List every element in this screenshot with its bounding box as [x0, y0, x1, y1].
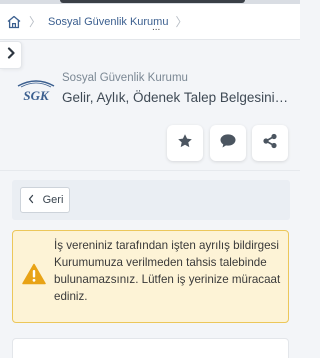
header-divider [0, 170, 300, 171]
breadcrumb: 〉 Sosyal Güvenlik Kurumu 〉 [0, 4, 300, 40]
warning-message: İş vereniniz tarafından işten ayrılış bi… [54, 239, 281, 303]
breadcrumb-item-sgk[interactable]: Sosyal Güvenlik Kurumu [48, 16, 168, 28]
content-card [12, 338, 289, 358]
speech-bubble-icon [219, 133, 237, 154]
home-icon[interactable] [6, 14, 22, 30]
chevron-left-icon [27, 194, 35, 207]
chevron-right-icon [6, 46, 16, 64]
breadcrumb-overflow[interactable]: ... [152, 22, 160, 33]
back-button[interactable]: Geri [20, 187, 70, 213]
sgk-logo: SGK [14, 78, 58, 108]
sidebar-toggle-button[interactable] [0, 41, 22, 69]
favorite-button[interactable] [167, 125, 203, 161]
breadcrumb-separator: 〉 [175, 15, 188, 29]
warning-icon [22, 263, 46, 285]
institution-name: Sosyal Güvenlik Kurumu [62, 72, 188, 84]
share-button[interactable] [252, 125, 288, 161]
back-button-label: Geri [42, 194, 64, 206]
share-icon [262, 133, 278, 154]
breadcrumb-separator: 〉 [29, 15, 42, 29]
logo-text: SGK [23, 88, 50, 103]
page-title: Gelir, Aylık, Ödenek Talep Belgesinin Ve… [62, 90, 294, 105]
star-icon [177, 133, 193, 154]
top-handle-bar [60, 0, 245, 3]
comment-button[interactable] [210, 125, 246, 161]
